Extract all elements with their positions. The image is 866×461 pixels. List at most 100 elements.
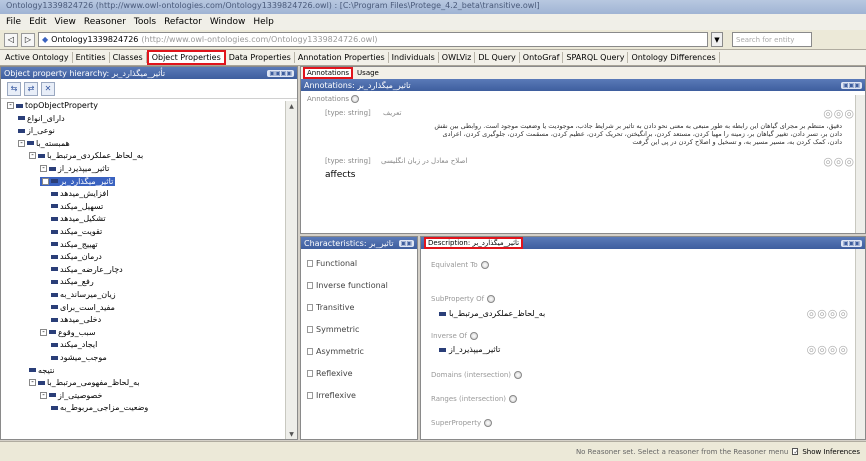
tree-item[interactable]: - تاثیر_میگذارد_بر: [40, 176, 116, 186]
tree-scrollbar[interactable]: ▲ ▼: [285, 101, 297, 439]
tab-classes[interactable]: Classes: [110, 52, 147, 63]
delete-property-icon[interactable]: ✕: [41, 81, 55, 96]
tab-annotations[interactable]: Annotations: [303, 67, 354, 79]
collapse-icon[interactable]: -: [40, 328, 47, 336]
address-dropdown-button[interactable]: ▼: [711, 32, 723, 47]
checkbox[interactable]: [307, 348, 313, 355]
tree-item[interactable]: - همبسته_با: [18, 139, 70, 148]
tree-item[interactable]: افزایش_میدهد: [51, 189, 108, 198]
scroll-up-icon[interactable]: ▲: [286, 101, 297, 111]
entity-search-input[interactable]: Search for entity: [732, 32, 812, 47]
tree-item[interactable]: دچار_عارضه_میکند: [51, 265, 123, 274]
collapse-icon[interactable]: -: [18, 139, 25, 147]
collapse-icon[interactable]: -: [40, 391, 47, 399]
tree-item[interactable]: موجب_میشود: [51, 353, 107, 362]
annotation-1-actions-icon[interactable]: ◎◎◎: [823, 107, 855, 120]
characteristic-irreflexive[interactable]: Irreflexive: [307, 391, 356, 400]
tab-ontology-differences[interactable]: Ontology Differences: [628, 52, 720, 63]
description-controls-icon[interactable]: ▣▣▣: [840, 239, 862, 247]
tree-item[interactable]: مفید_است_برای: [51, 303, 115, 312]
characteristics-controls-icon[interactable]: ▣▣: [398, 239, 414, 247]
menu-edit[interactable]: Edit: [25, 17, 50, 27]
add-range-icon[interactable]: [509, 395, 518, 403]
collapse-icon[interactable]: -: [29, 152, 36, 160]
tree-item[interactable]: تشکیل_میدهد: [51, 214, 106, 223]
characteristic-asymmetric[interactable]: Asymmetric: [307, 347, 364, 356]
inverse-actions-icon[interactable]: ◎◎◎◎: [807, 343, 849, 356]
annotations-controls-icon[interactable]: ▣▣▣: [840, 81, 862, 89]
tree-item[interactable]: نوعی_از: [18, 126, 55, 135]
tree-item[interactable]: تهییج_میکند: [51, 240, 98, 249]
tree-item[interactable]: - به_لحاظ_عملکردی_مرتبط_با: [29, 151, 143, 160]
collapse-icon[interactable]: -: [40, 165, 47, 172]
subproperty-actions-icon[interactable]: ◎◎◎◎: [807, 307, 849, 320]
panel-controls-icon[interactable]: ▣▣▣▣: [267, 69, 294, 77]
tree-item[interactable]: رفع_میکند: [51, 277, 94, 286]
add-domain-icon[interactable]: [514, 371, 523, 379]
menu-help[interactable]: Help: [249, 17, 278, 27]
tab-sparql-query[interactable]: SPARQL Query: [563, 52, 629, 63]
characteristic-reflexive[interactable]: Reflexive: [307, 369, 353, 378]
add-subproperty-icon[interactable]: ⇆: [7, 81, 21, 96]
checkbox[interactable]: [307, 304, 313, 311]
tab-usage[interactable]: Usage: [355, 69, 381, 77]
checkbox[interactable]: [307, 260, 313, 267]
tree-item[interactable]: دارای_انواع: [18, 114, 65, 123]
menu-window[interactable]: Window: [206, 17, 250, 27]
collapse-icon[interactable]: -: [29, 379, 36, 387]
tree-item[interactable]: ایجاد_میکند: [51, 340, 97, 349]
menu-tools[interactable]: Tools: [130, 17, 160, 27]
tab-data-properties[interactable]: Data Properties: [226, 52, 295, 63]
tree-item[interactable]: - خصوصیتی_از: [40, 391, 102, 400]
tree-item[interactable]: نتیجه: [29, 366, 55, 375]
tab-annotation-properties[interactable]: Annotation Properties: [295, 52, 389, 63]
add-inverse-icon[interactable]: [469, 332, 478, 340]
tab-active-ontology[interactable]: Active Ontology: [2, 52, 73, 63]
add-subproperty-of-icon[interactable]: [487, 295, 496, 303]
checkbox[interactable]: [307, 326, 313, 333]
scroll-down-icon[interactable]: ▼: [286, 429, 297, 439]
collapse-icon[interactable]: -: [7, 102, 14, 109]
back-button[interactable]: ◁: [4, 32, 18, 47]
checkbox[interactable]: [307, 370, 313, 377]
characteristic-transitive[interactable]: Transitive: [307, 303, 354, 312]
add-superproperty-icon[interactable]: [484, 419, 493, 427]
tree-item[interactable]: - تاثیر_میپذیرد_از: [40, 164, 109, 173]
tree-item[interactable]: دخلی_میدهد: [51, 315, 101, 324]
inverse-value[interactable]: تاثیر_میپذیرد_از: [439, 345, 500, 354]
tree-item[interactable]: تقویت_میکند: [51, 227, 102, 236]
show-inferences-checkbox[interactable]: ✓: [792, 448, 799, 456]
tab-entities[interactable]: Entities: [73, 52, 110, 63]
tree-item[interactable]: تسهیل_میکند: [51, 202, 103, 211]
annotations-scrollbar[interactable]: [855, 95, 865, 233]
tab-owlviz[interactable]: OWLViz: [439, 52, 476, 63]
subproperty-value[interactable]: به_لحاظ_عملکردی_مرتبط_با: [439, 309, 545, 318]
ontology-address-field[interactable]: ◆ Ontology1339824726 (http://www.owl-ont…: [38, 32, 708, 47]
checkbox[interactable]: [307, 282, 313, 289]
add-equivalent-icon[interactable]: [480, 261, 489, 269]
description-scrollbar[interactable]: [855, 249, 865, 439]
tab-dl-query[interactable]: DL Query: [475, 52, 520, 63]
tree-item[interactable]: - topObjectProperty: [7, 101, 98, 110]
forward-button[interactable]: ▷: [21, 32, 35, 47]
annotation-2-actions-icon[interactable]: ◎◎◎: [823, 155, 855, 168]
tab-object-properties[interactable]: Object Properties: [146, 50, 226, 65]
checkbox[interactable]: [307, 392, 313, 399]
add-sibling-icon[interactable]: ⇄: [24, 81, 38, 96]
collapse-icon[interactable]: -: [42, 177, 49, 185]
menu-refactor[interactable]: Refactor: [160, 17, 206, 27]
characteristic-symmetric[interactable]: Symmetric: [307, 325, 359, 334]
tab-ontograf[interactable]: OntoGraf: [520, 52, 564, 63]
tree-item[interactable]: - به_لحاظ_مفهومی_مرتبط_با: [29, 378, 140, 387]
tree-item[interactable]: زیان_میرساند_به: [51, 290, 116, 299]
add-annotation-icon[interactable]: [351, 95, 360, 103]
tree-item[interactable]: وضعیت_مزاجی_مربوط_به: [51, 403, 148, 412]
tree-item[interactable]: - سبب_وقوع: [40, 328, 96, 337]
menu-view[interactable]: View: [51, 17, 80, 27]
menu-reasoner[interactable]: Reasoner: [80, 17, 130, 27]
characteristic-inverse-functional[interactable]: Inverse functional: [307, 281, 388, 290]
characteristic-functional[interactable]: Functional: [307, 259, 357, 268]
menu-file[interactable]: File: [2, 17, 25, 27]
tree-item[interactable]: درمان_میکند: [51, 252, 102, 261]
tab-individuals[interactable]: Individuals: [389, 52, 439, 63]
